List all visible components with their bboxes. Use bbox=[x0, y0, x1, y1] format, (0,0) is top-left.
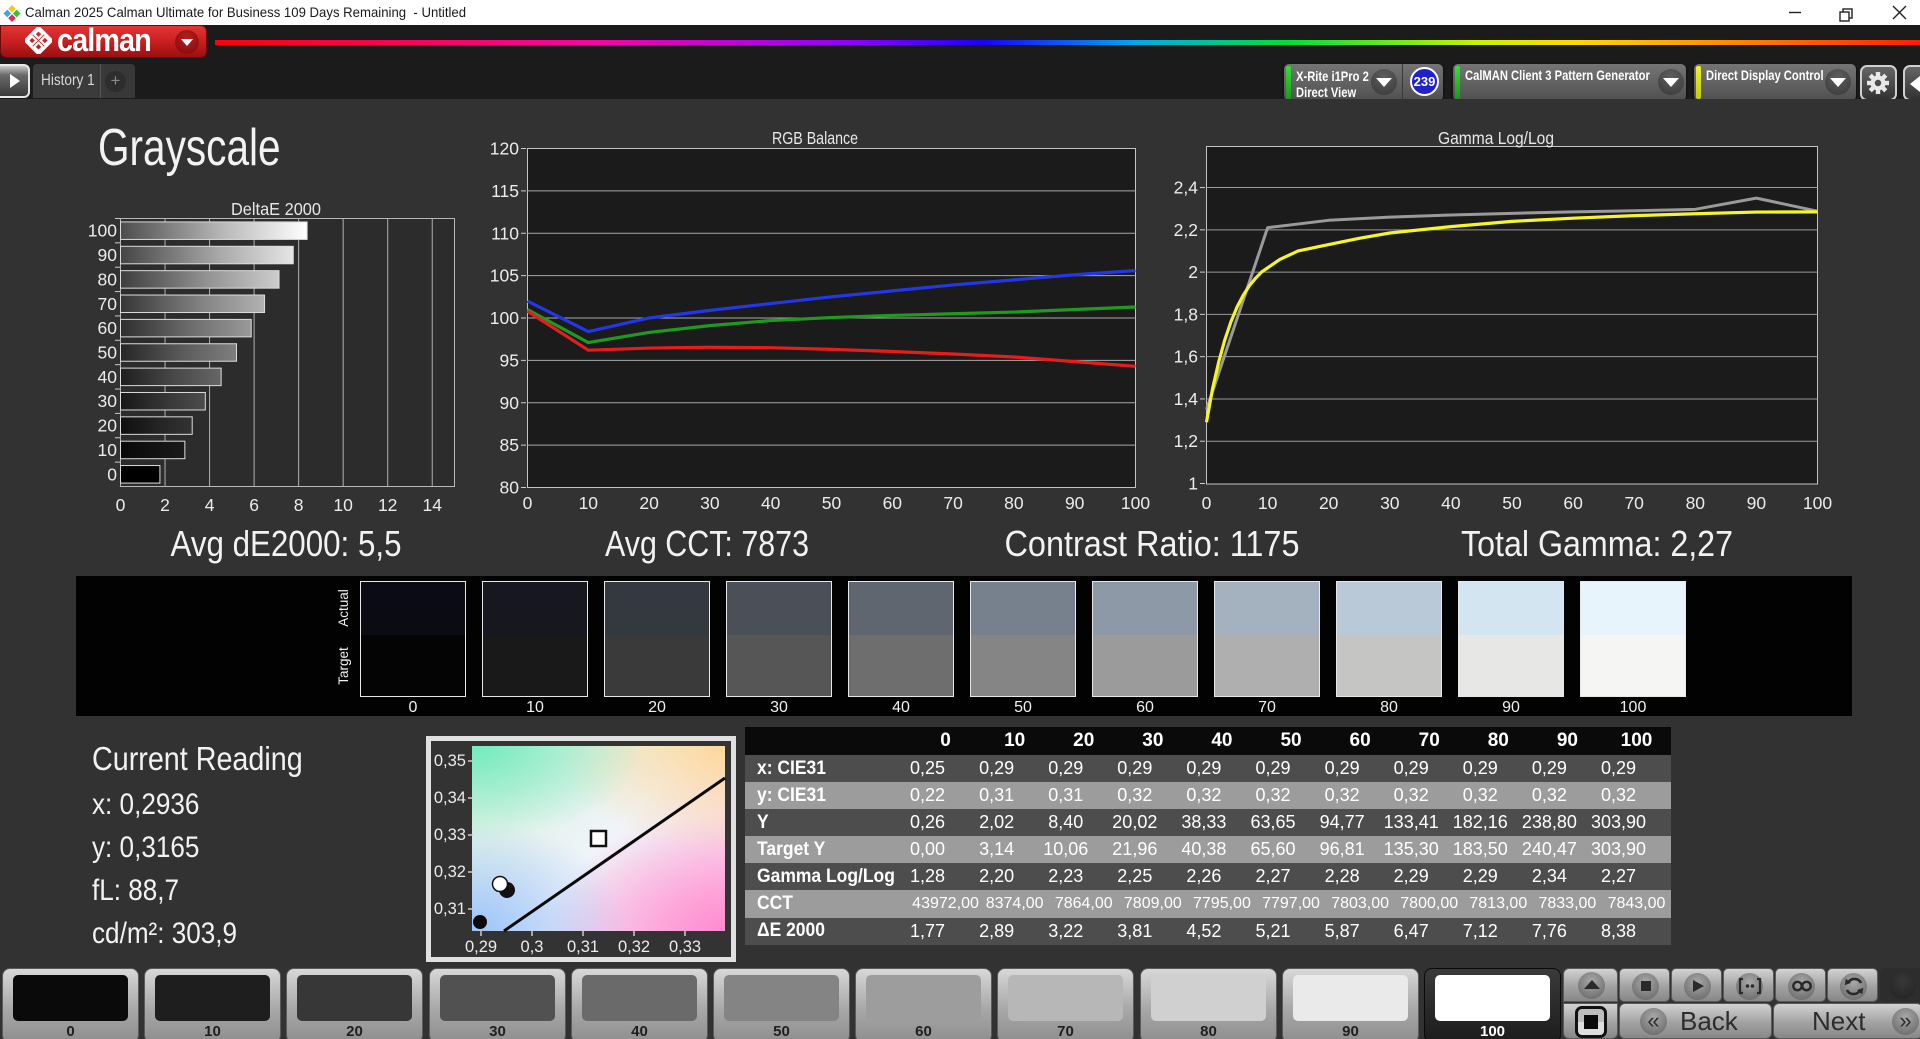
svg-text:20: 20 bbox=[1319, 493, 1339, 513]
svg-text:Target: Target bbox=[336, 647, 351, 685]
svg-text:70: 70 bbox=[1624, 493, 1644, 513]
svg-text:0,3: 0,3 bbox=[521, 938, 544, 956]
svg-text:40: 40 bbox=[1441, 493, 1461, 513]
svg-text:90: 90 bbox=[1065, 493, 1085, 513]
svg-text:2,4: 2,4 bbox=[1174, 178, 1199, 198]
svg-text:120: 120 bbox=[490, 139, 519, 159]
svg-text:1,4: 1,4 bbox=[1174, 389, 1199, 409]
svg-text:40: 40 bbox=[98, 367, 118, 387]
svg-text:Actual: Actual bbox=[336, 589, 351, 627]
svg-text:90: 90 bbox=[1747, 493, 1767, 513]
svg-text:12: 12 bbox=[378, 495, 397, 515]
svg-text:Avg CCT: 7873: Avg CCT: 7873 bbox=[605, 523, 809, 564]
svg-text:90: 90 bbox=[98, 245, 118, 265]
svg-text:0,34: 0,34 bbox=[434, 789, 466, 807]
svg-text:0,32: 0,32 bbox=[434, 863, 466, 881]
svg-text:80: 80 bbox=[500, 478, 520, 498]
svg-text:100: 100 bbox=[1803, 493, 1832, 513]
svg-text:10: 10 bbox=[98, 440, 118, 460]
svg-text:90: 90 bbox=[500, 393, 520, 413]
svg-text:0,33: 0,33 bbox=[669, 938, 701, 956]
svg-text:1: 1 bbox=[1188, 474, 1198, 494]
svg-text:0: 0 bbox=[523, 493, 533, 513]
svg-text:60: 60 bbox=[98, 318, 118, 338]
svg-text:0,35: 0,35 bbox=[434, 752, 466, 770]
svg-text:10: 10 bbox=[579, 493, 599, 513]
svg-text:8: 8 bbox=[294, 495, 304, 515]
svg-text:95: 95 bbox=[500, 350, 519, 370]
svg-text:115: 115 bbox=[491, 181, 519, 201]
svg-text:80: 80 bbox=[1686, 493, 1706, 513]
svg-text:0: 0 bbox=[116, 495, 126, 515]
svg-text:Total Gamma: 2,27: Total Gamma: 2,27 bbox=[1461, 523, 1733, 564]
svg-text:0,32: 0,32 bbox=[618, 938, 650, 956]
svg-text:1,2: 1,2 bbox=[1174, 431, 1198, 451]
svg-text:DeltaE 2000: DeltaE 2000 bbox=[231, 199, 321, 219]
svg-text:70: 70 bbox=[943, 493, 963, 513]
svg-text:105: 105 bbox=[490, 266, 519, 286]
svg-text:50: 50 bbox=[822, 493, 842, 513]
svg-text:60: 60 bbox=[1563, 493, 1583, 513]
svg-text:0,33: 0,33 bbox=[434, 826, 466, 844]
svg-text:RGB Balance: RGB Balance bbox=[772, 128, 858, 148]
svg-text:Gamma Log/Log: Gamma Log/Log bbox=[1438, 128, 1554, 148]
svg-text:0: 0 bbox=[1202, 493, 1212, 513]
svg-text:0,29: 0,29 bbox=[465, 938, 497, 956]
svg-text:2: 2 bbox=[160, 495, 170, 515]
svg-text:110: 110 bbox=[491, 223, 519, 243]
svg-text:40: 40 bbox=[761, 493, 781, 513]
svg-text:80: 80 bbox=[1004, 493, 1024, 513]
svg-text:20: 20 bbox=[639, 493, 659, 513]
svg-text:4: 4 bbox=[205, 495, 215, 515]
svg-text:80: 80 bbox=[98, 269, 118, 289]
svg-text:0: 0 bbox=[107, 464, 117, 484]
svg-text:10: 10 bbox=[1258, 493, 1278, 513]
svg-text:1,6: 1,6 bbox=[1174, 347, 1198, 367]
svg-text:85: 85 bbox=[500, 435, 519, 455]
svg-text:30: 30 bbox=[700, 493, 720, 513]
svg-text:Contrast Ratio: 1175: Contrast Ratio: 1175 bbox=[1005, 523, 1300, 564]
svg-text:0,31: 0,31 bbox=[434, 900, 466, 918]
svg-text:70: 70 bbox=[98, 294, 118, 314]
svg-text:14: 14 bbox=[422, 495, 442, 515]
svg-text:1,8: 1,8 bbox=[1174, 304, 1198, 324]
svg-text:100: 100 bbox=[490, 308, 519, 328]
svg-text:2,2: 2,2 bbox=[1174, 220, 1198, 240]
svg-text:10: 10 bbox=[333, 495, 353, 515]
svg-text:50: 50 bbox=[98, 343, 118, 363]
svg-text:60: 60 bbox=[883, 493, 903, 513]
svg-text:0,31: 0,31 bbox=[567, 938, 599, 956]
svg-text:30: 30 bbox=[1380, 493, 1400, 513]
svg-text:50: 50 bbox=[1502, 493, 1522, 513]
svg-text:30: 30 bbox=[98, 391, 118, 411]
svg-text:100: 100 bbox=[1121, 493, 1150, 513]
svg-text:100: 100 bbox=[88, 221, 117, 241]
svg-text:6: 6 bbox=[249, 495, 259, 515]
svg-text:Avg dE2000: 5,5: Avg dE2000: 5,5 bbox=[171, 523, 402, 564]
svg-text:20: 20 bbox=[98, 416, 118, 436]
svg-text:2: 2 bbox=[1188, 262, 1198, 282]
